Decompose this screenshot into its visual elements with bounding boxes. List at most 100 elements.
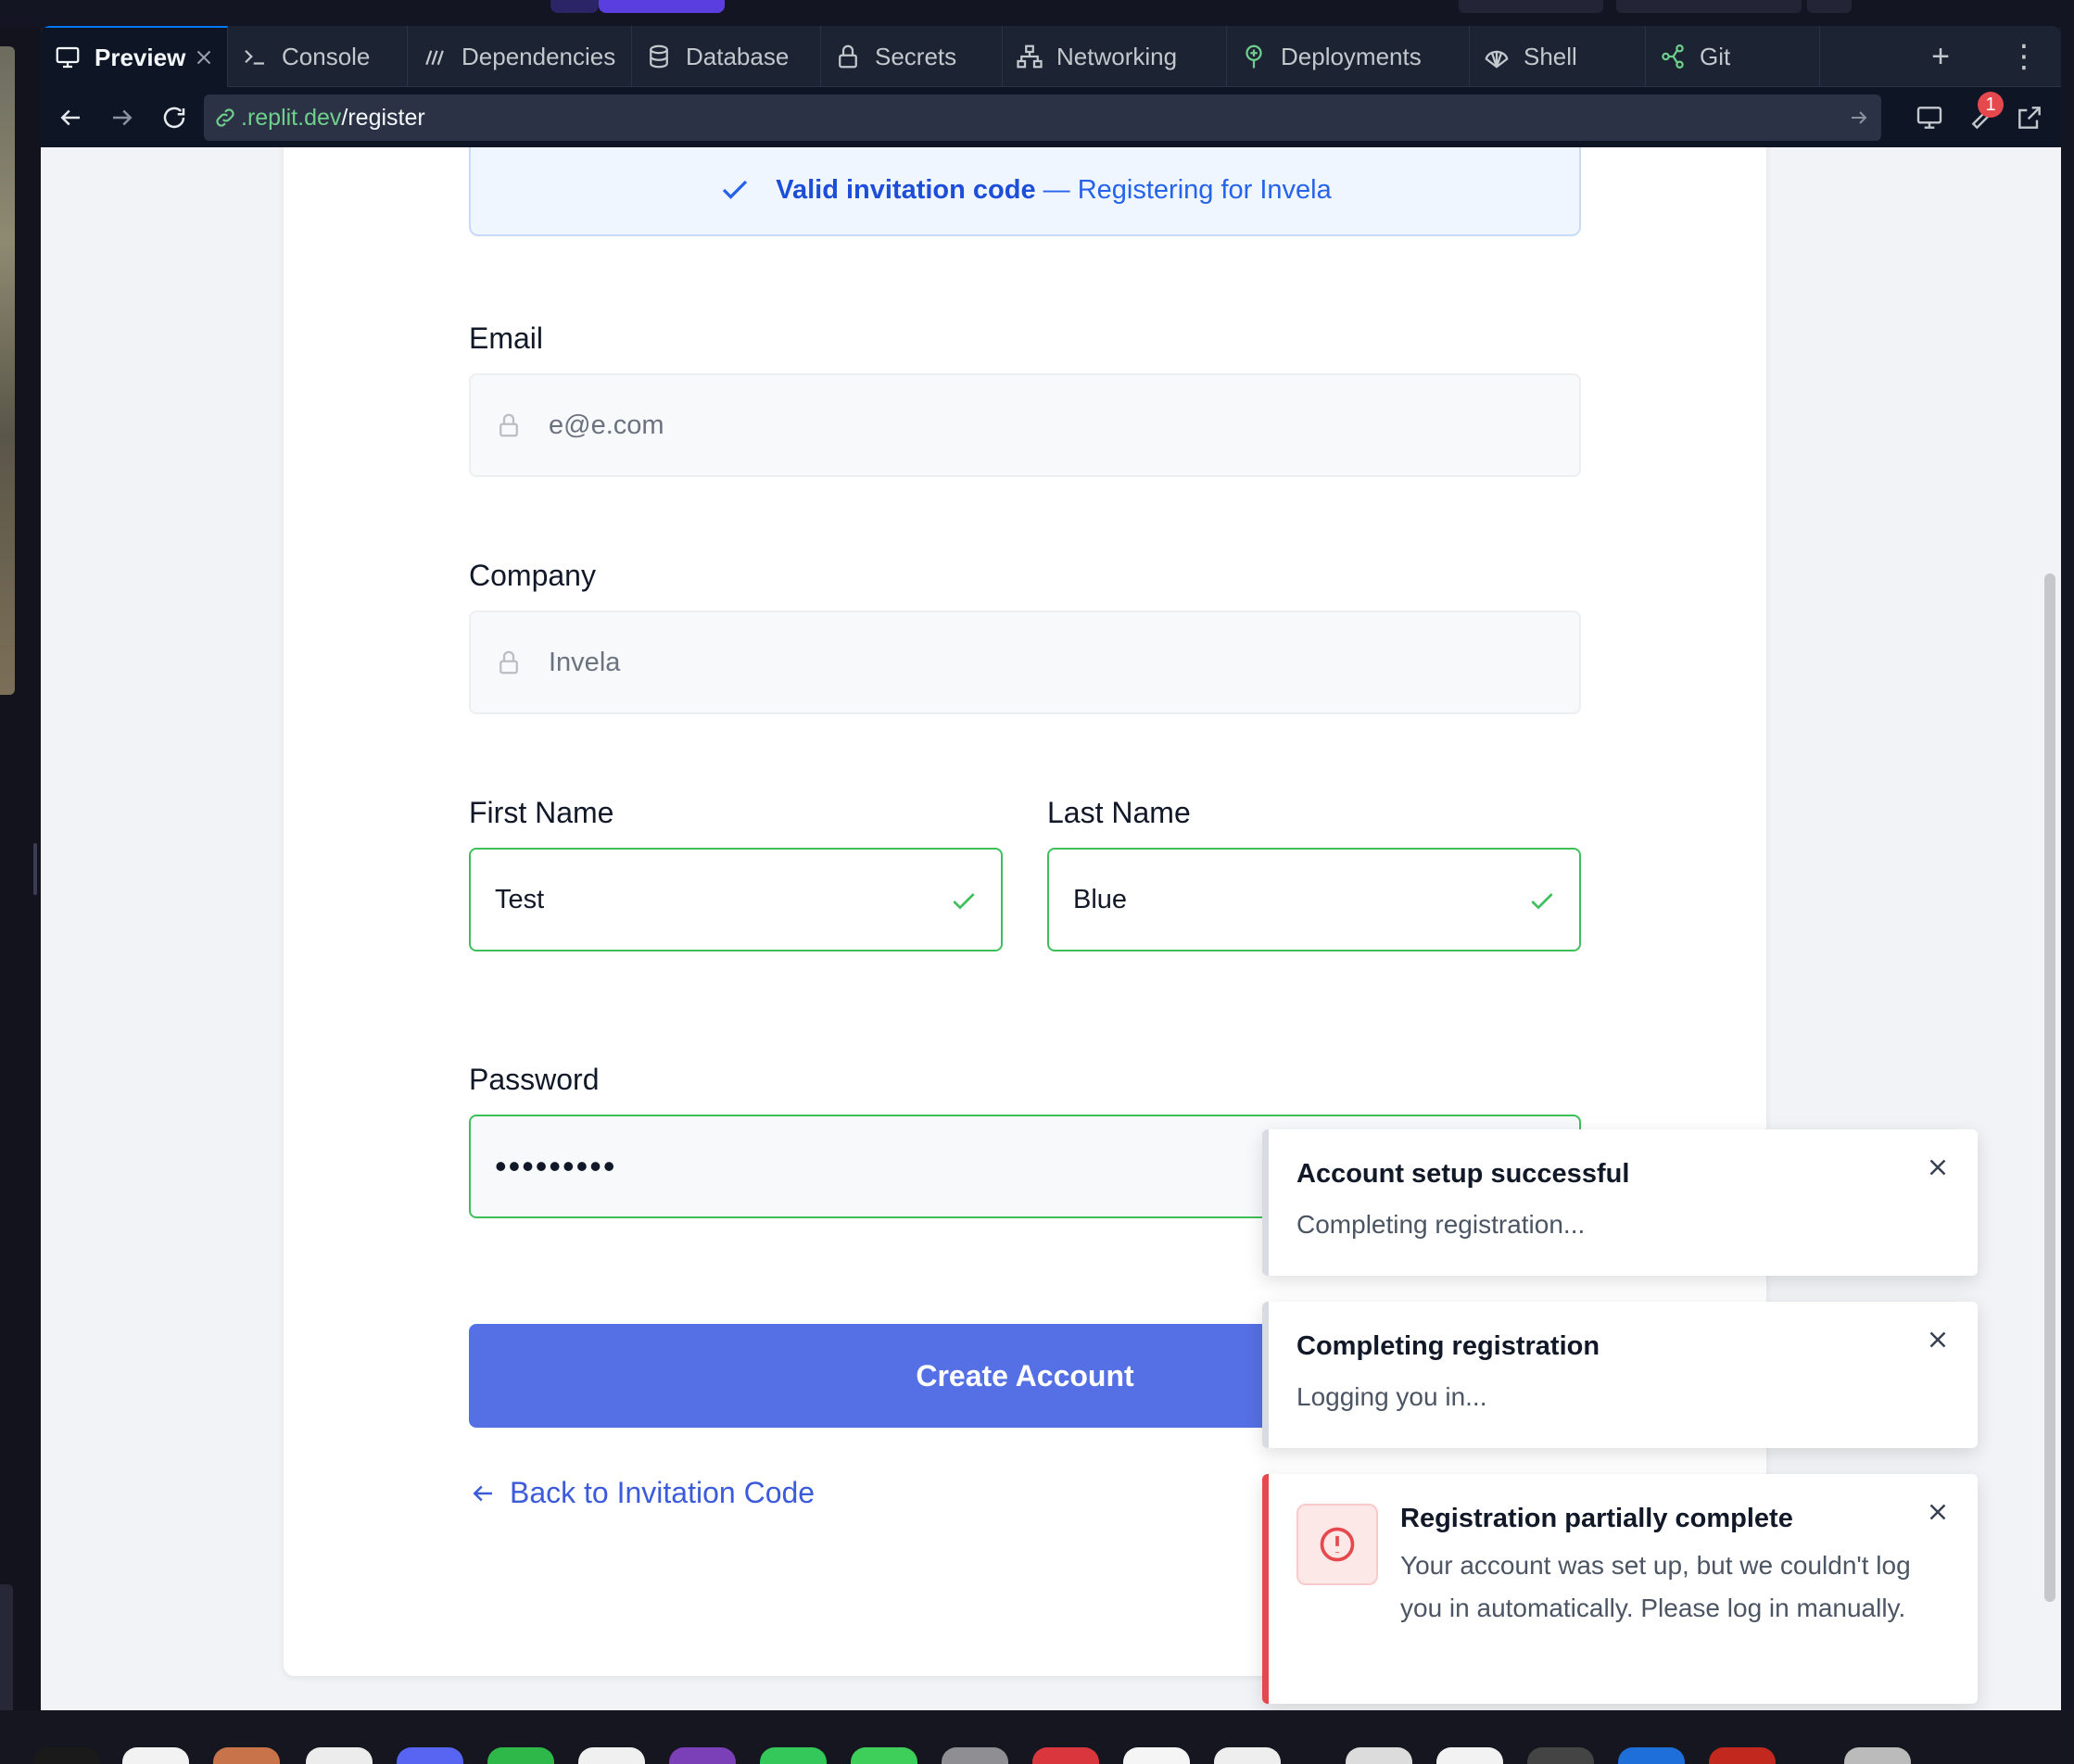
tab-label: Shell	[1524, 42, 1577, 70]
banner-strong: Valid invitation code	[776, 174, 1036, 205]
link-icon	[216, 108, 234, 127]
lock-icon	[500, 650, 518, 674]
toast-description: Logging you in...	[1296, 1382, 1487, 1411]
window-edge	[2061, 26, 2074, 1710]
banner-text: Valid invitation code — Registering for …	[776, 175, 1332, 206]
toast-title: Registration partially complete	[1400, 1504, 1793, 1533]
toast-description: Completing registration...	[1296, 1210, 1586, 1239]
monitor-icon	[56, 46, 80, 69]
dock-app[interactable]	[33, 1747, 100, 1764]
lock-icon	[500, 413, 518, 437]
last-name-value: Blue	[1073, 884, 1128, 914]
dock-app[interactable]	[487, 1747, 554, 1764]
dock	[0, 1710, 2074, 1764]
window-pill-active	[599, 0, 725, 13]
dock-app[interactable]	[578, 1747, 645, 1764]
network-icon	[1017, 44, 1043, 69]
reload-icon	[163, 107, 185, 129]
back-link-label: Back to Invitation Code	[510, 1476, 816, 1509]
tab-secrets[interactable]: Secrets	[821, 26, 1003, 87]
dock-app[interactable]	[1709, 1747, 1776, 1764]
dock-app[interactable]	[1032, 1747, 1099, 1764]
tab-label: Git	[1700, 42, 1731, 70]
tab-networking[interactable]: Networking	[1003, 26, 1227, 87]
arrow-left-icon	[60, 109, 80, 126]
arrow-right-icon	[113, 109, 133, 126]
tab-git[interactable]: Git	[1646, 26, 1820, 87]
dock-app[interactable]	[942, 1747, 1008, 1764]
close-icon[interactable]	[1924, 1153, 1952, 1181]
tab-dependencies[interactable]: Dependencies	[408, 26, 632, 87]
database-icon	[650, 44, 668, 69]
url-tools: 1	[1915, 88, 2061, 147]
last-name-field[interactable]: Blue	[1047, 848, 1581, 951]
close-icon[interactable]	[1924, 1498, 1952, 1526]
top-strip-tab	[1459, 0, 1603, 13]
go-arrow-icon[interactable]	[1848, 107, 1870, 129]
background-photo	[0, 46, 15, 695]
window-pill	[550, 0, 599, 13]
dock-app[interactable]	[1618, 1747, 1685, 1764]
last-name-label: Last Name	[1047, 796, 1191, 829]
top-strip-tab	[1616, 0, 1802, 13]
dock-app[interactable]	[1123, 1747, 1190, 1764]
tab-shell[interactable]: Shell	[1470, 26, 1646, 87]
system-top-strip	[0, 0, 2074, 28]
device-button[interactable]	[1915, 103, 1944, 132]
tab-console[interactable]: Console	[228, 26, 408, 87]
url-input[interactable]: .replit.dev/register	[204, 94, 1881, 141]
add-tab-button[interactable]: +	[1894, 26, 1987, 87]
dock-app[interactable]	[1844, 1747, 1911, 1764]
open-new-tab-button[interactable]	[2015, 103, 2044, 132]
devtools-button[interactable]: 1	[1965, 92, 2004, 132]
terminal-icon	[245, 49, 264, 65]
dock-app[interactable]	[851, 1747, 917, 1764]
toast-setup-success: Account setup successful Completing regi…	[1262, 1129, 1978, 1276]
tab-label: Networking	[1056, 42, 1178, 70]
close-icon[interactable]	[1924, 1326, 1952, 1354]
dock-app[interactable]	[1214, 1747, 1281, 1764]
back-to-invitation-link[interactable]: Back to Invitation Code	[469, 1476, 815, 1510]
resize-handle[interactable]	[33, 843, 37, 895]
company-field: Invela	[469, 611, 1581, 714]
scrollbar[interactable]	[2037, 147, 2061, 1710]
url-host: .replit.dev	[241, 104, 342, 131]
lock-icon	[839, 44, 857, 69]
background-window	[0, 28, 41, 1736]
more-options-button[interactable]: ⋮	[1987, 26, 2061, 87]
reload-button[interactable]	[154, 97, 195, 138]
dependencies-icon	[425, 50, 444, 66]
dock-app[interactable]	[1346, 1747, 1412, 1764]
first-name-field[interactable]: Test	[469, 848, 1003, 951]
tab-preview[interactable]: Preview	[41, 26, 228, 87]
external-link-icon	[2018, 107, 2041, 129]
background-pane	[0, 1584, 13, 1723]
dock-app[interactable]	[306, 1747, 373, 1764]
dock-app[interactable]	[122, 1747, 189, 1764]
check-icon	[1531, 893, 1553, 910]
password-label: Password	[469, 1063, 600, 1096]
toast-registration-partial: Registration partially complete Your acc…	[1262, 1474, 1978, 1704]
dock-app[interactable]	[213, 1747, 280, 1764]
check-icon	[723, 180, 748, 199]
scrollbar-thumb[interactable]	[2044, 573, 2055, 1602]
url-bar: .replit.dev/register 1	[41, 88, 2061, 147]
preview-viewport: Valid invitation code — Registering for …	[41, 147, 2037, 1710]
forward-button[interactable]	[102, 97, 143, 138]
back-button[interactable]	[50, 97, 91, 138]
dock-app[interactable]	[397, 1747, 463, 1764]
close-icon[interactable]	[192, 45, 216, 69]
email-value: e@e.com	[549, 410, 664, 440]
dock-app[interactable]	[1527, 1747, 1594, 1764]
first-name-label: First Name	[469, 796, 614, 829]
tab-deployments[interactable]: Deployments	[1227, 26, 1470, 87]
tab-label: Deployments	[1281, 42, 1422, 70]
arrow-left-icon	[473, 1485, 492, 1501]
dock-app[interactable]	[760, 1747, 827, 1764]
dock-app[interactable]	[669, 1747, 736, 1764]
toast-completing-registration: Completing registration Logging you in..…	[1262, 1302, 1978, 1448]
dock-app[interactable]	[1436, 1747, 1503, 1764]
tab-database[interactable]: Database	[632, 26, 821, 87]
tab-label: Console	[282, 42, 371, 70]
tab-label: Database	[686, 42, 790, 70]
